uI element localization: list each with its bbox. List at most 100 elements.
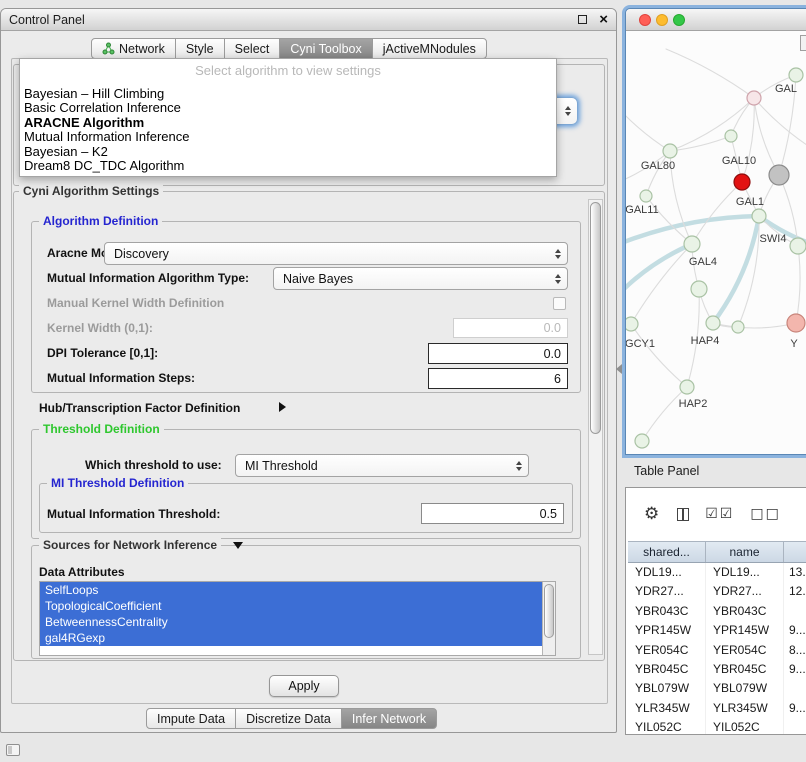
network-edge[interactable] xyxy=(670,136,731,151)
network-edge[interactable] xyxy=(666,49,754,98)
apply-button[interactable]: Apply xyxy=(269,675,339,697)
tab-cyni-toolbox[interactable]: Cyni Toolbox xyxy=(279,38,372,59)
table-row[interactable]: YDL19...YDL19...13... xyxy=(628,563,806,582)
algorithm-option[interactable]: Mutual Information Inference xyxy=(20,130,556,144)
algorithm-options: Bayesian – Hill ClimbingBasic Correlatio… xyxy=(20,87,556,173)
expanded-arrow-icon[interactable] xyxy=(233,542,243,549)
scrollbar-thumb[interactable] xyxy=(544,584,554,638)
mi-steps-field[interactable]: 6 xyxy=(428,368,568,389)
network-node[interactable] xyxy=(787,314,805,332)
network-edge[interactable] xyxy=(670,98,754,151)
which-threshold-combobox[interactable]: MI Threshold xyxy=(235,454,529,477)
network-node[interactable] xyxy=(706,316,720,330)
network-edge[interactable] xyxy=(631,324,687,387)
tab-discretize-data[interactable]: Discretize Data xyxy=(235,708,342,729)
network-tool-button[interactable] xyxy=(800,35,806,51)
column-header[interactable]: name xyxy=(706,542,784,562)
table-row[interactable]: YBR043CYBR043C xyxy=(628,602,806,621)
network-node[interactable] xyxy=(769,165,789,185)
mi-threshold-title: MI Threshold Definition xyxy=(47,476,188,490)
network-edge[interactable] xyxy=(646,151,670,196)
network-edge[interactable] xyxy=(713,323,796,328)
network-node[interactable] xyxy=(680,380,694,394)
network-titlebar[interactable] xyxy=(626,9,806,31)
settings-scrollbar[interactable] xyxy=(588,199,603,655)
attribute-list-item[interactable]: SelfLoops xyxy=(40,582,542,598)
algorithm-option[interactable]: Dream8 DC_TDC Algorithm xyxy=(20,159,556,173)
network-edge[interactable] xyxy=(626,111,670,151)
network-node[interactable] xyxy=(684,236,700,252)
control-panel-titlebar[interactable]: Control Panel × xyxy=(1,9,616,31)
column-header[interactable]: shared... xyxy=(628,542,706,562)
network-node[interactable] xyxy=(725,130,737,142)
tab-select[interactable]: Select xyxy=(224,38,281,59)
network-edge[interactable] xyxy=(631,244,692,324)
network-edge[interactable] xyxy=(754,98,779,175)
network-edge[interactable] xyxy=(692,182,742,244)
aracne-mode-combobox[interactable]: Discovery xyxy=(104,242,568,265)
column-header[interactable] xyxy=(784,542,806,562)
gear-icon[interactable]: ⚙ xyxy=(644,504,661,524)
network-node[interactable] xyxy=(635,434,649,448)
kernel-width-field[interactable]: 0.0 xyxy=(453,318,568,338)
window-min-button[interactable] xyxy=(656,14,668,26)
tab-infer-network[interactable]: Infer Network xyxy=(341,708,437,729)
attribute-list-item[interactable]: TopologicalCoefficient xyxy=(40,598,542,614)
tab-style[interactable]: Style xyxy=(175,38,225,59)
table-row[interactable]: YER054CYER054C8... xyxy=(628,641,806,660)
sources-title[interactable]: Sources for Network Inference xyxy=(39,538,221,552)
window-close-button[interactable] xyxy=(639,14,651,26)
network-edge[interactable] xyxy=(642,387,687,441)
tab-network[interactable]: Network xyxy=(91,38,176,59)
network-edge[interactable] xyxy=(626,244,692,299)
algorithm-option[interactable]: ARACNE Algorithm xyxy=(20,116,556,130)
network-edge[interactable] xyxy=(754,98,806,151)
collapsed-arrow-icon[interactable] xyxy=(279,402,286,412)
table-cell: YDL19... xyxy=(628,563,706,582)
network-edge[interactable] xyxy=(796,246,800,323)
mi-threshold-field[interactable]: 0.5 xyxy=(421,503,564,524)
network-node[interactable] xyxy=(732,321,744,333)
window-zoom-button[interactable] xyxy=(673,14,685,26)
algorithm-option[interactable]: Bayesian – K2 xyxy=(20,145,556,159)
columns-icon[interactable] xyxy=(677,508,689,521)
table-row[interactable]: YPR145WYPR145W9... xyxy=(628,621,806,640)
network-edge[interactable] xyxy=(713,216,759,323)
network-canvas[interactable]: GALGAL80GAL10GAL11GAL1SWI4GAL4GCY1HAP4YH… xyxy=(626,31,806,454)
table-row[interactable]: YDR27...YDR27...12... xyxy=(628,582,806,601)
algorithm-option[interactable]: Basic Correlation Inference xyxy=(20,101,556,115)
list-scrollbar[interactable] xyxy=(542,582,555,655)
select-all-icon[interactable]: ☑☑ xyxy=(705,506,734,522)
dpi-tolerance-field[interactable]: 0.0 xyxy=(428,343,568,364)
table-row[interactable]: YBR045CYBR045C9... xyxy=(628,660,806,679)
scrollbar-thumb[interactable] xyxy=(590,202,601,434)
network-node[interactable] xyxy=(790,238,806,254)
mi-type-combobox[interactable]: Naive Bayes xyxy=(273,267,568,290)
network-node[interactable] xyxy=(734,174,750,190)
dock-panel-icon[interactable] xyxy=(6,744,20,756)
attributes-list[interactable]: SelfLoopsTopologicalCoefficientBetweenne… xyxy=(39,581,556,656)
attribute-list-item[interactable]: gal4RGexp xyxy=(40,630,542,646)
network-node[interactable] xyxy=(640,190,652,202)
close-button[interactable]: × xyxy=(599,14,608,26)
network-node[interactable] xyxy=(691,281,707,297)
network-node[interactable] xyxy=(747,91,761,105)
table-cell: 12... xyxy=(784,582,806,601)
float-button[interactable] xyxy=(578,15,587,24)
threshold-definition-title: Threshold Definition xyxy=(39,422,164,436)
network-node[interactable] xyxy=(789,68,803,82)
tab-jactivemnodules[interactable]: jActiveMNodules xyxy=(372,38,487,59)
deselect-all-icon[interactable]: □□ xyxy=(750,506,780,522)
table-row[interactable]: YIL052CYIL052C xyxy=(628,718,806,734)
tab-impute-data[interactable]: Impute Data xyxy=(146,708,236,729)
hub-definition-label[interactable]: Hub/Transcription Factor Definition xyxy=(39,401,240,415)
table-row[interactable]: YLR345WYLR345W9... xyxy=(628,699,806,718)
manual-kernel-checkbox[interactable] xyxy=(553,297,566,310)
network-node[interactable] xyxy=(752,209,766,223)
splitter-collapse-arrow[interactable] xyxy=(616,364,622,374)
network-node[interactable] xyxy=(663,144,677,158)
network-node[interactable] xyxy=(626,317,638,331)
table-row[interactable]: YBL079WYBL079W xyxy=(628,679,806,698)
attribute-list-item[interactable]: BetweennessCentrality xyxy=(40,614,542,630)
algorithm-option[interactable]: Bayesian – Hill Climbing xyxy=(20,87,556,101)
